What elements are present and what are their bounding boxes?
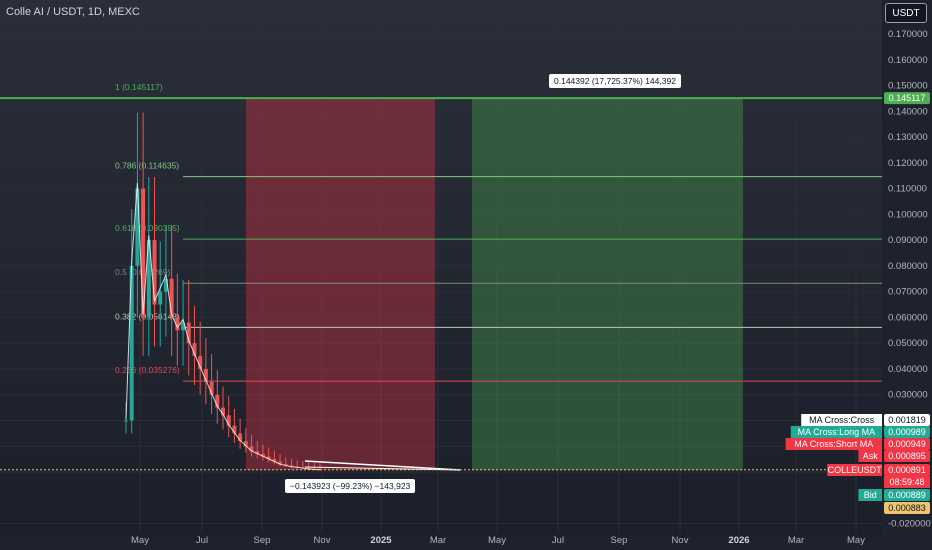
y-tick-label: 0.100000 [888, 209, 928, 220]
fib-level-label: 0.618 (0.090395) [115, 223, 180, 233]
price-label-name: Bid [864, 490, 877, 500]
price-label-value: 0.000891 [888, 465, 926, 475]
candle-body [152, 240, 157, 305]
y-tick-label: 0.150000 [888, 81, 928, 92]
price-label-value: 0.000949 [888, 439, 926, 449]
x-tick-label: May [847, 535, 865, 546]
profit-target-zone [472, 98, 743, 471]
target-measure-label: 0.144392 (17,725.37%) 144,392 [549, 74, 681, 89]
stop-loss-zone [246, 98, 435, 471]
current-price-tag: 0.145117 [889, 93, 926, 103]
y-tick-label: -0.020000 [888, 519, 931, 530]
price-label-value: 0.001819 [888, 415, 926, 425]
y-tick-label: 0.030000 [888, 390, 928, 401]
x-tick-label: Sep [611, 535, 628, 546]
x-tick-label: Nov [672, 535, 689, 546]
y-tick-label: 0.110000 [888, 184, 927, 195]
fib-level-label: 0.786 (0.114635) [115, 161, 179, 171]
x-tick-label: Mar [430, 535, 446, 546]
x-tick-label: Sep [254, 535, 271, 546]
y-tick-label: 0.050000 [888, 338, 928, 349]
candle-body [124, 420, 128, 422]
price-label-name: COLLEUSDT [828, 465, 883, 475]
x-tick-label: Nov [314, 535, 331, 546]
stop-measure-label: −0.143923 (−99.23%) −143,923 [285, 479, 416, 493]
y-tick-label: 0.090000 [888, 235, 928, 246]
y-tick-label: 0.170000 [888, 29, 928, 40]
price-label-value: 0.000889 [888, 490, 926, 500]
x-tick-label: 2026 [728, 535, 749, 546]
countdown-label: 08:59:48 [889, 477, 924, 487]
x-tick-label: May [488, 535, 506, 546]
y-tick-label: 0.040000 [888, 364, 928, 375]
currency-button[interactable]: USDT [885, 3, 927, 23]
y-tick-label: 0.070000 [888, 287, 928, 298]
fib-level-label: 0.236 (0.035276) [115, 365, 180, 375]
x-tick-label: Jul [196, 535, 208, 546]
price-label-name: MA Cross:Short MA [794, 439, 873, 449]
y-tick-label: 0.130000 [888, 132, 928, 143]
price-label-value: 0.000989 [888, 427, 926, 437]
x-tick-label: 2025 [370, 535, 392, 546]
x-tick-label: Mar [788, 535, 804, 546]
y-tick-label: 0.080000 [888, 261, 928, 272]
y-tick-label: 0.060000 [888, 312, 928, 323]
candle-body [158, 291, 163, 305]
y-tick-label: 0.140000 [888, 106, 928, 117]
y-tick-label: 0.120000 [888, 158, 928, 169]
fib-level-label: 1 (0.145117) [115, 82, 163, 92]
price-label-value: 0.000895 [888, 451, 926, 461]
chart-title: Colle AI / USDT, 1D, MEXC [6, 6, 140, 18]
y-tick-label: 0.160000 [888, 55, 928, 66]
x-tick-label: Jul [552, 535, 564, 546]
chart-canvas[interactable]: 0.170000 0.160000 0.150000 0.140000 0.130000… [0, 0, 932, 550]
price-label-name: Ask [863, 451, 879, 461]
price-label-value: 0.000883 [888, 503, 926, 513]
price-label-name: MA Cross:Cross [809, 415, 875, 425]
x-tick-label: May [131, 535, 149, 546]
price-label-name: MA Cross:Long MA [798, 427, 876, 437]
